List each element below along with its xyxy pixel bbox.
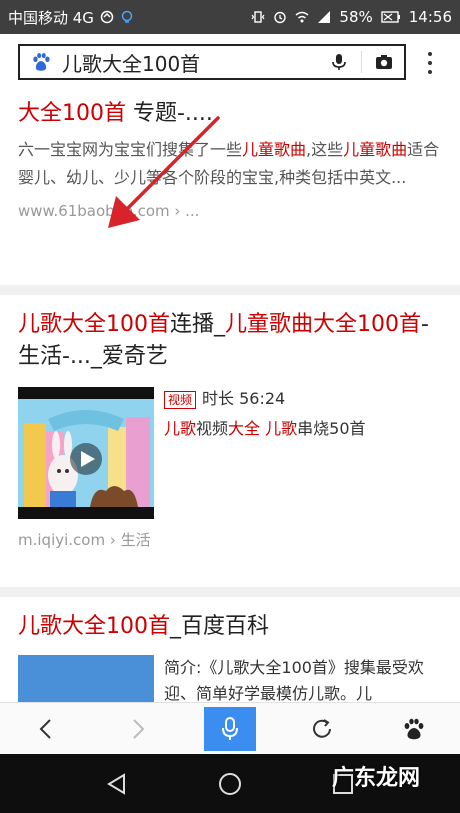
results-list: 大全100首 专题-.... 六一宝宝网为宝宝们搜集了一些儿童歌曲,这些儿童歌曲… (0, 90, 460, 702)
video-preview[interactable]: 视频 时长 56:24 儿歌视频大全 儿歌串烧50首 (18, 387, 442, 519)
baidu-home-button[interactable] (368, 703, 460, 755)
result-card[interactable]: 儿歌大全100首连播_儿童歌曲大全100首-生活-..._爱奇艺 视频 时长 5… (0, 295, 460, 587)
chevron-right-icon (133, 718, 145, 739)
status-bar: 中国移动 4G 58% 14:56 (0, 0, 460, 34)
baike-preview[interactable]: 简介:《儿歌大全100首》搜集最受欢迎、简单好学最模仿儿歌。儿 (18, 655, 442, 702)
video-thumbnail[interactable] (18, 387, 154, 519)
result-title[interactable]: 儿歌大全100首_百度百科 (18, 611, 442, 643)
wifi-icon (295, 11, 309, 23)
result-url[interactable]: www.61baobao.com › ... (18, 202, 442, 220)
voice-button[interactable] (204, 706, 256, 751)
browser-toolbar (0, 702, 460, 754)
back-button[interactable] (0, 703, 92, 755)
result-title[interactable]: 儿歌大全100首连播_儿童歌曲大全100首-生活-..._爱奇艺 (18, 309, 442, 373)
battery-icon (381, 11, 400, 23)
result-card[interactable]: 大全100首 专题-.... 六一宝宝网为宝宝们搜集了一些儿童歌曲,这些儿童歌曲… (0, 90, 460, 285)
vibrate-icon (251, 11, 265, 23)
baidu-paw-icon (404, 718, 424, 739)
video-duration: 时长 56:24 (202, 389, 286, 408)
clock: 14:56 (408, 8, 452, 26)
search-divider (361, 51, 362, 73)
alarm-icon (274, 11, 287, 24)
watermark: 广东龙网 (332, 766, 421, 791)
search-header: 儿歌大全100首 (0, 34, 460, 90)
microphone-icon (222, 716, 238, 740)
search-box[interactable]: 儿歌大全100首 (18, 44, 406, 80)
microphone-icon[interactable] (329, 52, 349, 72)
baidu-paw-icon (33, 53, 50, 71)
result-card[interactable]: 儿歌大全100首_百度百科 简介:《儿歌大全100首》搜集最受欢迎、简单好学最模… (0, 597, 460, 702)
forward-button[interactable] (92, 703, 184, 755)
result-title[interactable]: 大全100首 专题-.... (18, 98, 442, 130)
video-tag: 视频 (164, 390, 197, 409)
search-query[interactable]: 儿歌大全100首 (62, 48, 329, 77)
video-title[interactable]: 儿歌视频大全 儿歌串烧50首 (164, 417, 366, 441)
notification-icon (121, 10, 133, 23)
sync-icon (100, 10, 114, 24)
signal-icon (318, 11, 331, 23)
video-meta: 视频 时长 56:24 儿歌视频大全 儿歌串烧50首 (164, 387, 366, 519)
more-menu-icon[interactable] (420, 50, 440, 76)
result-description: 六一宝宝网为宝宝们搜集了一些儿童歌曲,这些儿童歌曲适合婴儿、幼儿、少儿等各个阶段… (18, 140, 440, 187)
result-url[interactable]: m.iqiyi.com › 生活 (18, 529, 442, 550)
battery-percent: 58% (339, 8, 373, 26)
carrier-label: 中国移动 4G (8, 8, 94, 27)
cartoon-thumbnail-image (18, 387, 154, 519)
chevron-left-icon (39, 718, 51, 739)
refresh-icon (313, 718, 331, 738)
refresh-button[interactable] (276, 703, 368, 755)
voice-search-button[interactable] (184, 703, 276, 755)
camera-icon[interactable] (374, 52, 394, 72)
android-home-icon[interactable] (217, 771, 243, 797)
baike-thumbnail[interactable] (18, 655, 154, 702)
android-back-icon[interactable] (104, 771, 130, 797)
baike-snippet: 简介:《儿歌大全100首》搜集最受欢迎、简单好学最模仿儿歌。儿 (164, 658, 424, 702)
